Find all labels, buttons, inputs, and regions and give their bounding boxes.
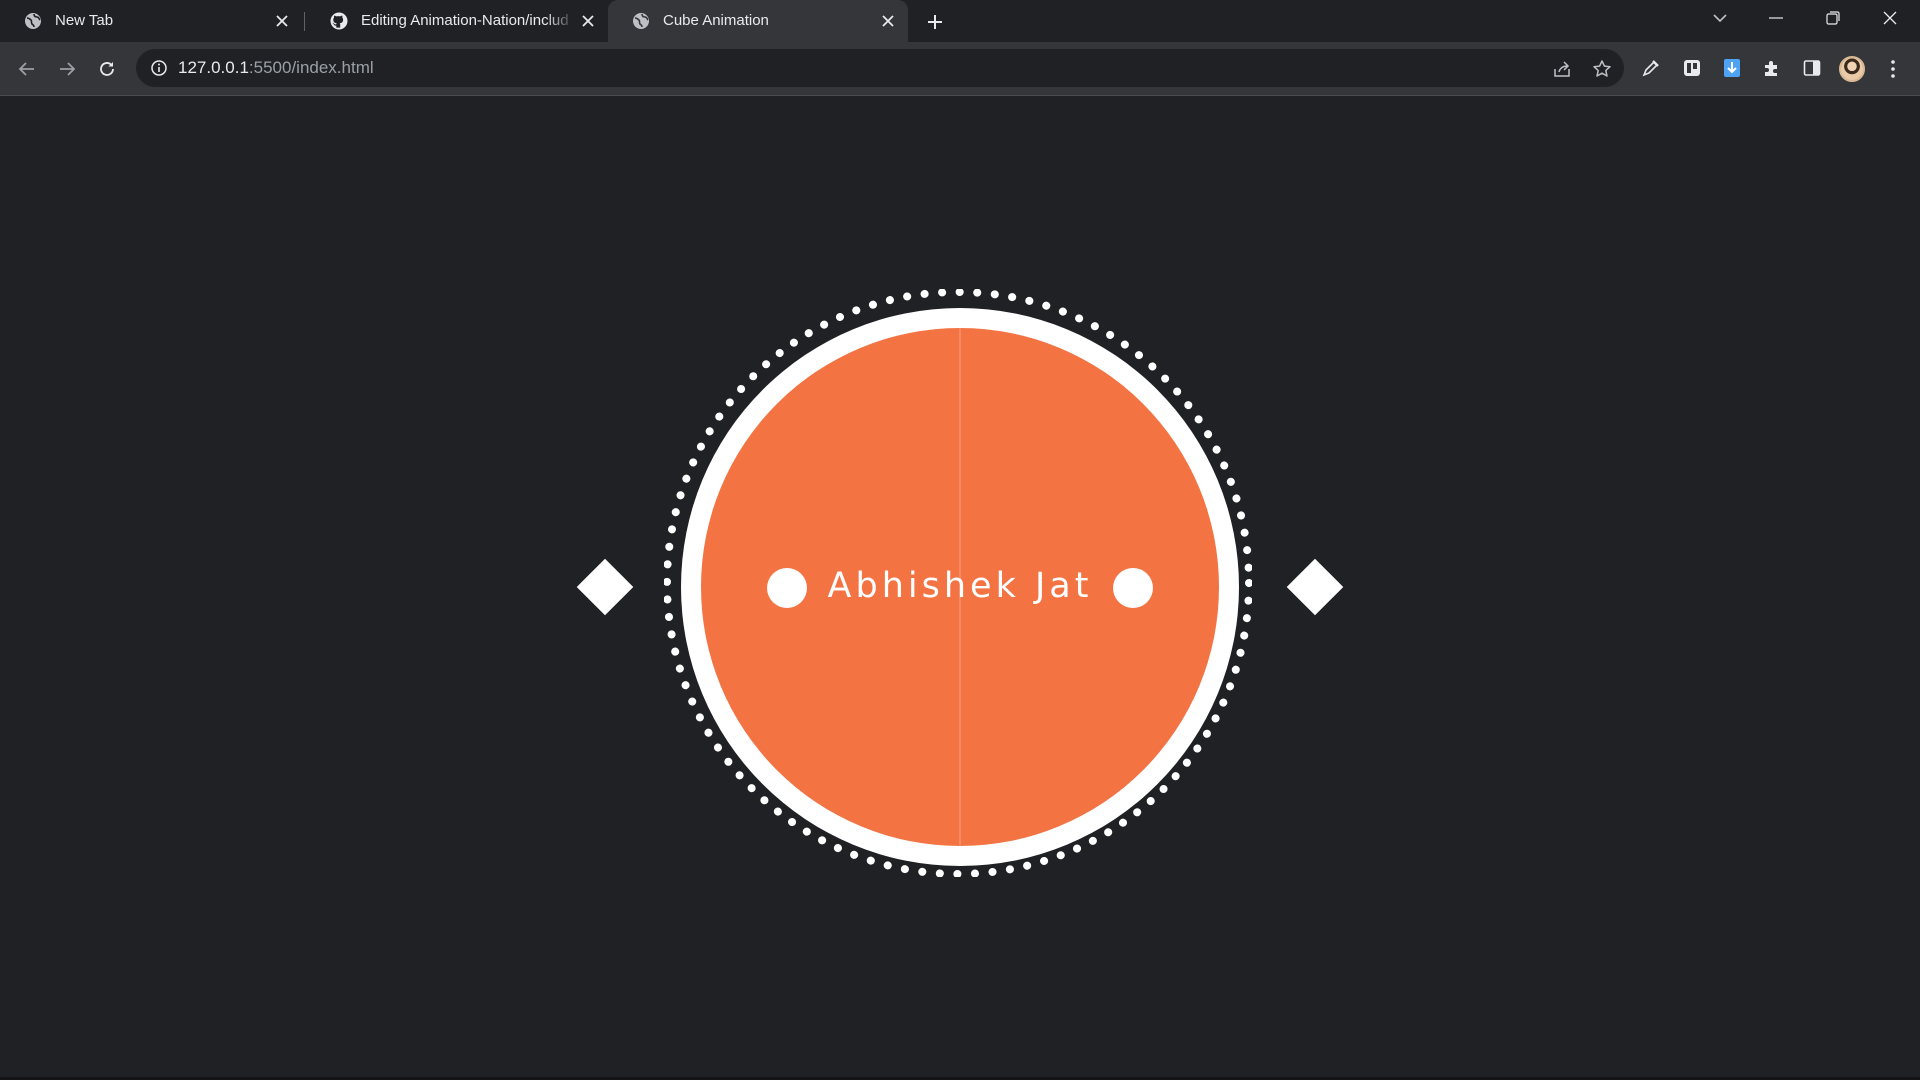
url-host: 127.0.0.1 xyxy=(178,58,249,77)
share-icon xyxy=(1554,61,1570,77)
color-picker-icon xyxy=(1642,60,1659,77)
extensions-puzzle-icon xyxy=(1765,61,1777,76)
restore-icon xyxy=(1826,11,1840,25)
tab-search-button[interactable] xyxy=(1692,0,1748,36)
star-icon xyxy=(1593,60,1611,77)
tab-title: Editing Animation-Nation/includ xyxy=(361,12,569,29)
back-button[interactable] xyxy=(10,52,44,86)
cube-animation-stage: Abhishek Jat xyxy=(0,96,1920,1077)
side-panel-icon xyxy=(1803,60,1821,76)
url-text[interactable]: 127.0.0.1:5500/index.html xyxy=(178,58,374,78)
tab-separator xyxy=(304,12,305,31)
restore-button[interactable] xyxy=(1805,0,1861,36)
reload-icon xyxy=(100,62,114,76)
close-icon xyxy=(1883,11,1897,25)
browser-menu-button[interactable] xyxy=(1883,56,1903,82)
left-diamond xyxy=(576,558,634,616)
browser-toolbar: 127.0.0.1:5500/index.html xyxy=(0,42,1920,95)
side-panel-button[interactable] xyxy=(1798,54,1826,82)
close-window-button[interactable] xyxy=(1862,0,1918,36)
reload-button[interactable] xyxy=(90,52,124,86)
download-extension-button[interactable] xyxy=(1718,54,1746,82)
tab-cube-animation[interactable]: Cube Animation xyxy=(608,0,908,42)
minimize-icon xyxy=(1769,17,1783,19)
globe-icon xyxy=(25,13,41,29)
name-heading: Abhishek Jat xyxy=(827,566,1093,606)
download-icon xyxy=(1724,59,1740,77)
right-diamond xyxy=(1286,558,1344,616)
extensions-button[interactable] xyxy=(1758,54,1786,82)
info-icon[interactable] xyxy=(150,59,168,77)
address-bar[interactable]: 127.0.0.1:5500/index.html xyxy=(136,49,1624,87)
tab-new-tab[interactable]: New Tab xyxy=(0,0,302,42)
more-vertical-icon xyxy=(1891,60,1895,78)
close-tab-icon[interactable] xyxy=(578,11,598,31)
close-tab-icon[interactable] xyxy=(272,11,292,31)
url-path: :5500/index.html xyxy=(248,58,374,77)
tab-editing-animation-nation[interactable]: Editing Animation-Nation/includ xyxy=(306,0,608,42)
share-button[interactable] xyxy=(1551,58,1573,80)
forward-button[interactable] xyxy=(50,52,84,86)
tab-strip: New Tab Editing Animation-Nation/includ … xyxy=(0,0,1920,42)
chevron-down-icon xyxy=(1713,14,1727,23)
arrow-left-icon xyxy=(18,62,34,76)
bookmark-button[interactable] xyxy=(1591,58,1613,80)
globe-icon xyxy=(633,13,649,29)
plus-icon xyxy=(928,15,942,29)
arrow-right-icon xyxy=(60,62,76,76)
github-icon xyxy=(330,12,348,30)
trello-icon xyxy=(1684,60,1700,76)
tab-title: Cube Animation xyxy=(663,12,769,29)
trello-extension-button[interactable] xyxy=(1678,54,1706,82)
profile-avatar[interactable] xyxy=(1839,56,1865,82)
minimize-button[interactable] xyxy=(1748,0,1804,36)
browser-window: New Tab Editing Animation-Nation/includ … xyxy=(0,0,1920,1080)
tab-title: New Tab xyxy=(55,12,114,29)
close-tab-icon[interactable] xyxy=(878,11,898,31)
new-tab-button[interactable] xyxy=(919,8,951,36)
page-viewport: Abhishek Jat xyxy=(0,96,1920,1077)
color-picker-extension-button[interactable] xyxy=(1637,54,1665,82)
